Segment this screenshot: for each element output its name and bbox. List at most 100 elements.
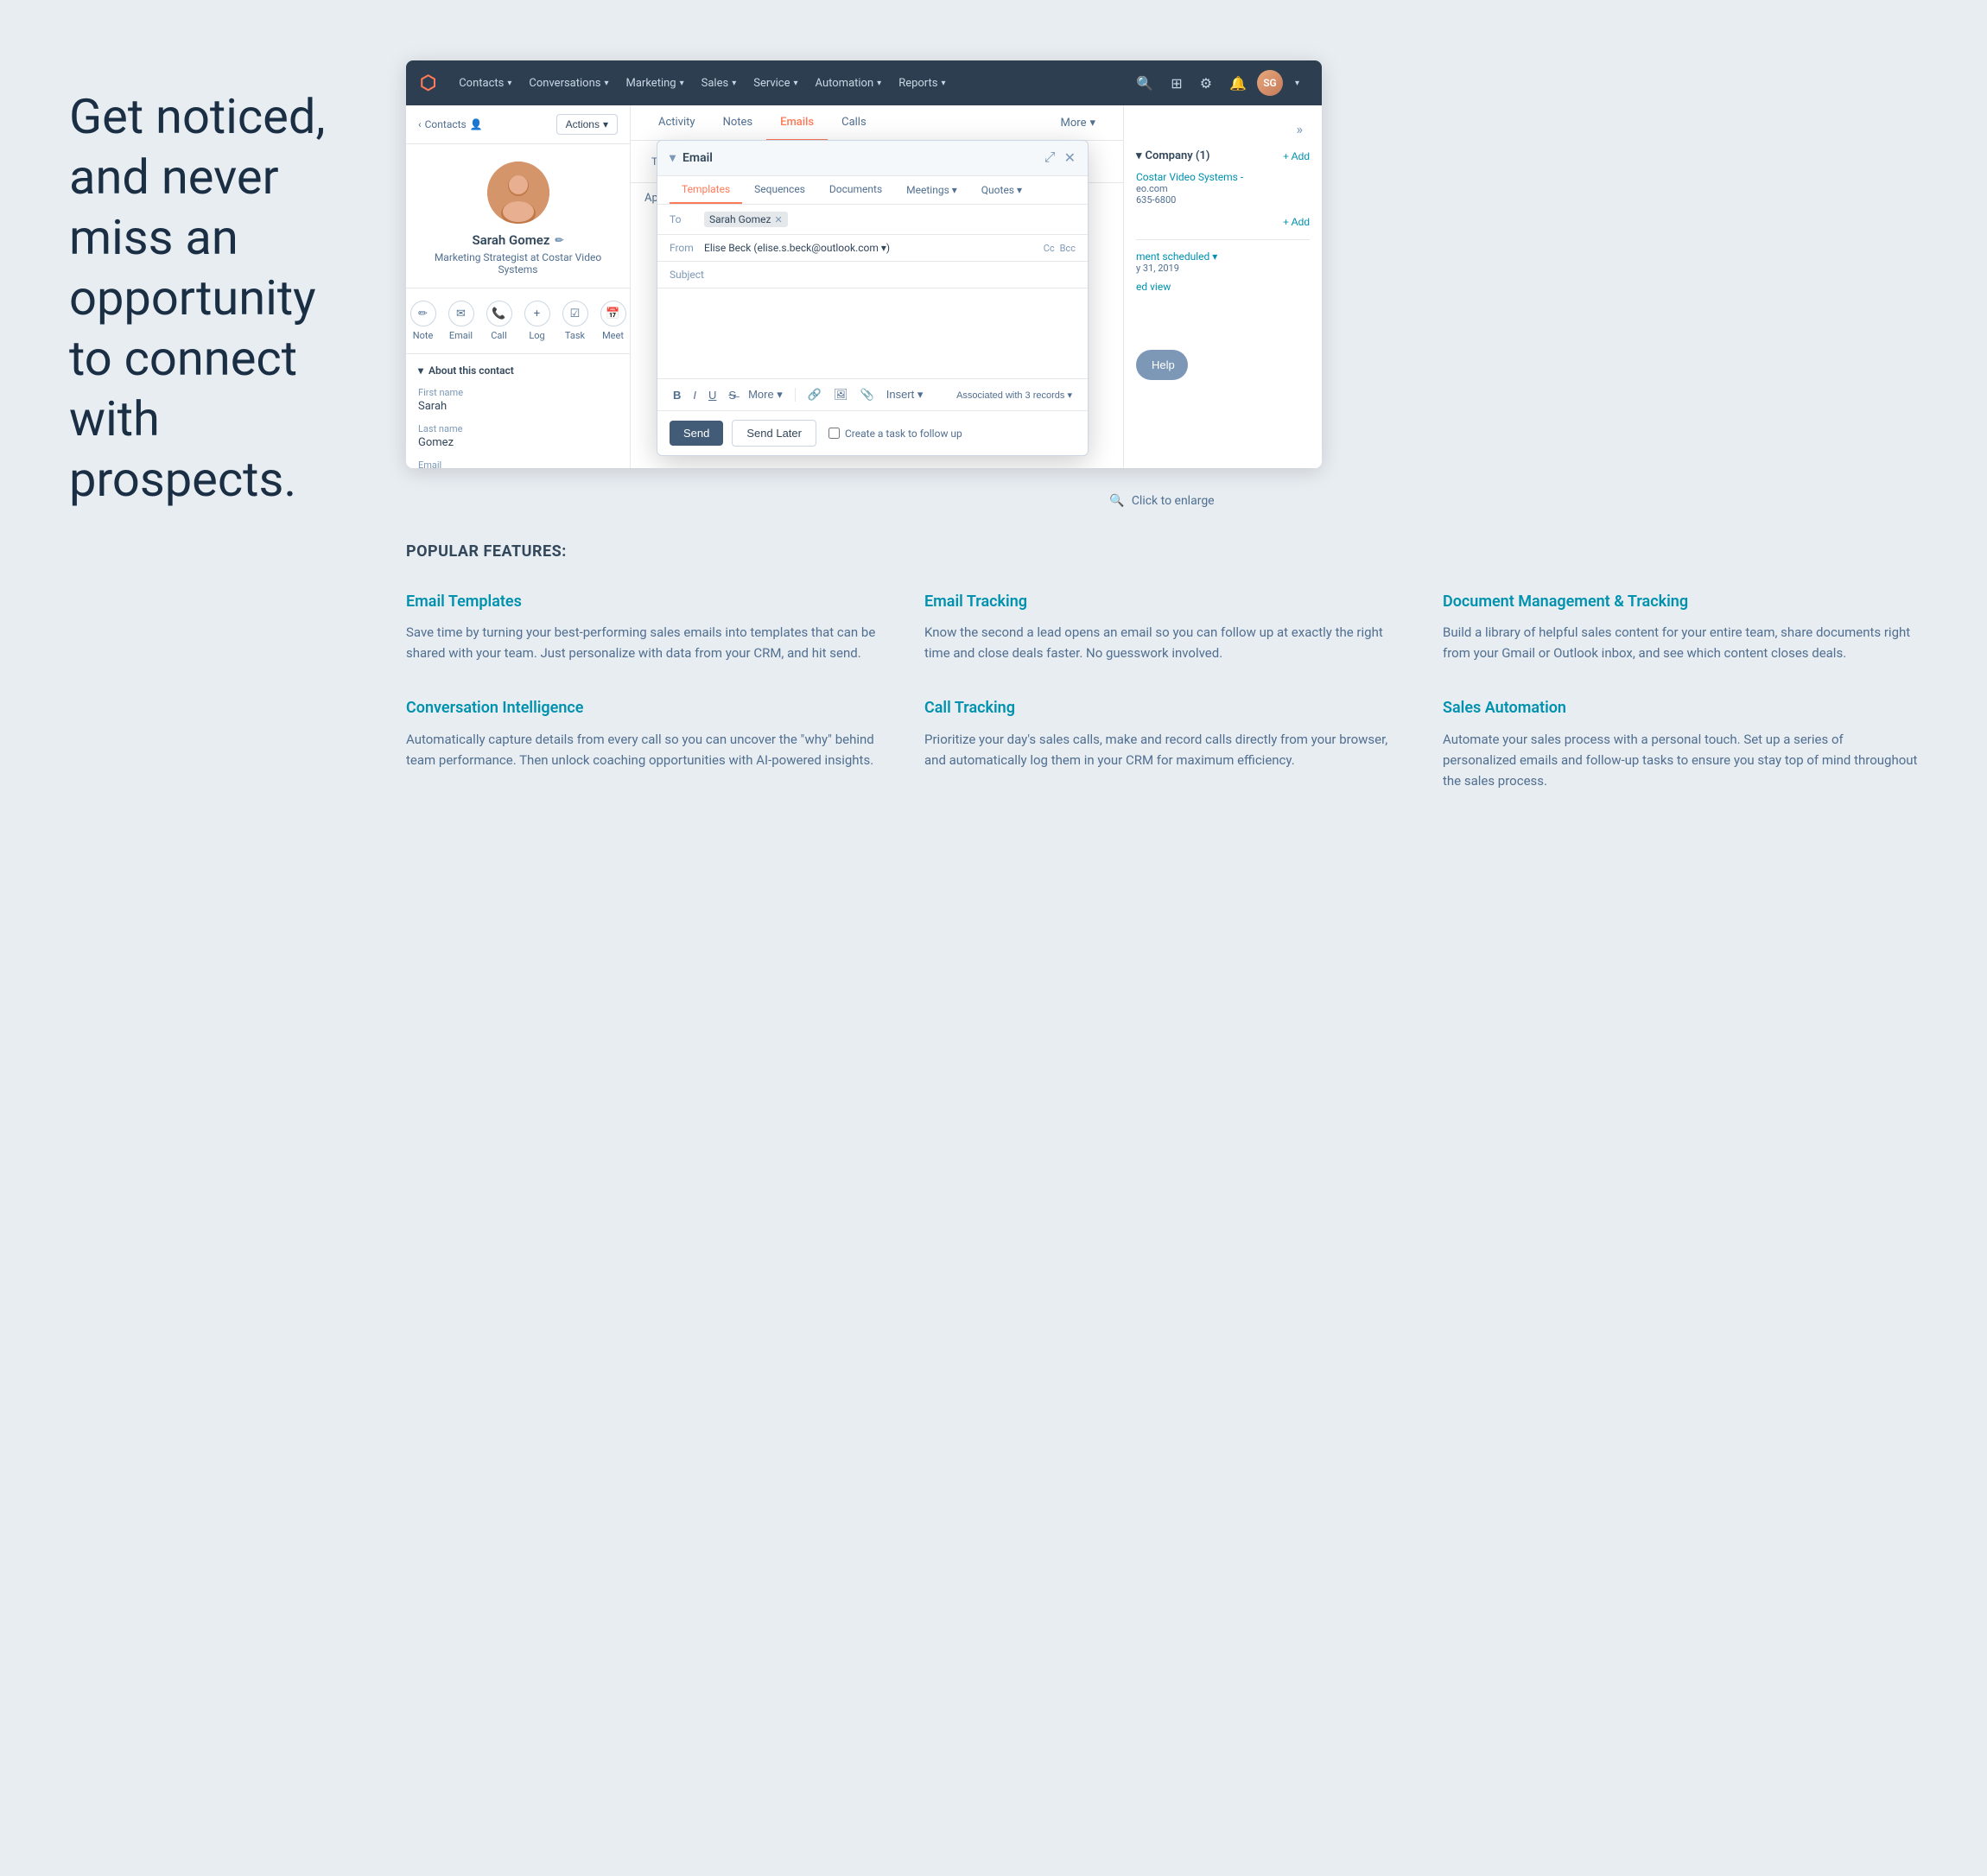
subject-input[interactable] xyxy=(704,269,1076,281)
email-subject-field: Subject xyxy=(657,262,1088,288)
toolbar-divider xyxy=(795,388,796,402)
task-follow-up-checkbox[interactable] xyxy=(828,428,840,439)
from-value: Elise Beck (elise.s.beck@outlook.com ▾) xyxy=(704,242,1044,254)
email-body-editor[interactable] xyxy=(670,299,1076,368)
tab-calls[interactable]: Calls xyxy=(828,105,880,141)
user-avatar[interactable]: SG xyxy=(1257,70,1283,96)
help-button[interactable]: Help xyxy=(1136,350,1188,380)
contact-sidebar: ‹ Contacts 👤 Actions ▾ xyxy=(406,105,631,468)
nav-user-chevron[interactable]: ▾ xyxy=(1286,73,1308,93)
hubspot-logo[interactable]: ⬡ xyxy=(420,73,436,94)
nav-conversations[interactable]: Conversations ▾ xyxy=(520,72,617,95)
phone-icon: 📞 xyxy=(486,301,512,326)
enlarge-hint[interactable]: 🔍 Click to enlarge xyxy=(406,494,1918,508)
tab-quotes[interactable]: Quotes ▾ xyxy=(969,176,1034,204)
send-later-button[interactable]: Send Later xyxy=(732,420,816,447)
tab-documents[interactable]: Documents xyxy=(817,176,894,204)
to-tag: Sarah Gomez ✕ xyxy=(704,212,788,227)
edit-icon[interactable]: ✏ xyxy=(555,234,563,246)
features-title: POPULAR FEATURES: xyxy=(406,542,1918,561)
feature-conversation-intelligence: Conversation Intelligence Automatically … xyxy=(406,698,881,790)
chevron-down-icon: ▾ xyxy=(952,184,957,196)
tab-notes[interactable]: Notes xyxy=(709,105,767,141)
email-action[interactable]: ✉ Email xyxy=(448,301,474,341)
tab-sequences[interactable]: Sequences xyxy=(742,176,817,204)
underline-btn[interactable]: U xyxy=(705,387,720,403)
back-to-contacts[interactable]: ‹ Contacts 👤 xyxy=(418,118,483,130)
note-action[interactable]: ✏ Note xyxy=(410,301,436,341)
bell-icon[interactable]: 🔔 xyxy=(1222,70,1254,97)
chevron-down-icon: ▾ xyxy=(1089,117,1095,130)
strikethrough-btn[interactable]: S̶ xyxy=(725,387,740,403)
link-btn[interactable]: 🔗 xyxy=(804,386,825,403)
meet-action[interactable]: 📅 Meet xyxy=(600,301,626,341)
cc-btn[interactable]: Cc xyxy=(1044,243,1055,254)
image-btn[interactable]: 🖼 xyxy=(830,386,852,403)
attachment-btn[interactable]: 📎 xyxy=(857,386,878,403)
chevron-down-icon: ▾ xyxy=(1017,184,1022,196)
feature-sales-automation: Sales Automation Automate your sales pro… xyxy=(1443,698,1918,790)
remove-to-tag[interactable]: ✕ xyxy=(774,214,782,225)
nav-sales[interactable]: Sales ▾ xyxy=(693,72,746,95)
email-icon: ✉ xyxy=(448,301,474,326)
chevron-down-icon: ▾ xyxy=(1136,149,1142,162)
company-add-btn[interactable]: + Add xyxy=(1283,216,1310,228)
company-item: Costar Video Systems - eo.com 635-6800 xyxy=(1136,171,1310,206)
task-action[interactable]: ☑ Task xyxy=(562,301,588,341)
nav-service[interactable]: Service ▾ xyxy=(745,72,806,95)
about-header: ▾ About this contact xyxy=(418,364,618,377)
modal-expand-btn[interactable]: ⤢ xyxy=(1044,150,1056,166)
crm-navbar: ⬡ Contacts ▾ Conversations ▾ Marketing ▾ xyxy=(406,60,1322,105)
feature-title-email-tracking: Email Tracking xyxy=(924,592,1400,612)
actions-button[interactable]: Actions ▾ xyxy=(556,114,618,135)
feature-call-tracking: Call Tracking Prioritize your day's sale… xyxy=(924,698,1400,790)
contact-actions: ✏ Note ✉ Email 📞 Call + xyxy=(406,288,630,354)
view-link[interactable]: ed view xyxy=(1136,281,1310,293)
chevron-down-icon: ▾ xyxy=(942,79,946,88)
email-formatting-toolbar: B I U S̶ More ▾ 🔗 🖼 📎 Insert ▾ xyxy=(657,378,1088,410)
nav-automation[interactable]: Automation ▾ xyxy=(807,72,891,95)
modal-close-btn[interactable]: ✕ xyxy=(1064,149,1076,167)
add-company-btn[interactable]: + Add xyxy=(1283,150,1310,162)
nav-marketing[interactable]: Marketing ▾ xyxy=(618,72,693,95)
tab-more[interactable]: More ▾ xyxy=(1047,106,1109,140)
tab-activity[interactable]: Activity xyxy=(644,105,709,141)
settings-icon[interactable]: ⚙ xyxy=(1193,70,1219,97)
feature-doc-management: Document Management & Tracking Build a l… xyxy=(1443,592,1918,663)
more-formatting-btn[interactable]: More ▾ xyxy=(745,386,786,403)
meet-icon: 📅 xyxy=(600,301,626,326)
search-icon[interactable]: 🔍 xyxy=(1129,70,1160,97)
log-action[interactable]: + Log xyxy=(524,301,550,341)
email-body[interactable] xyxy=(657,288,1088,378)
send-button[interactable]: Send xyxy=(670,421,723,446)
modal-controls: ⤢ ✕ xyxy=(1044,149,1076,167)
crm-right-panel: » ▾ Company (1) + Add Costar Video Syste… xyxy=(1123,105,1322,468)
grid-icon[interactable]: ⊞ xyxy=(1164,70,1189,97)
nav-contacts[interactable]: Contacts ▾ xyxy=(450,72,520,95)
call-action[interactable]: 📞 Call xyxy=(486,301,512,341)
tab-templates[interactable]: Templates xyxy=(670,176,742,204)
bcc-btn[interactable]: Bcc xyxy=(1060,243,1076,254)
company-name[interactable]: Costar Video Systems - xyxy=(1136,171,1310,183)
insert-btn[interactable]: Insert ▾ xyxy=(883,386,927,403)
create-task-checkbox-row: Create a task to follow up xyxy=(828,428,962,440)
chevron-down-icon: ▾ xyxy=(604,79,608,88)
feature-title-email-templates: Email Templates xyxy=(406,592,881,612)
italic-btn[interactable]: I xyxy=(689,387,700,403)
expand-panel-icon[interactable]: » xyxy=(1290,114,1311,144)
features-grid: Email Templates Save time by turning you… xyxy=(406,592,1918,791)
zoom-icon: 🔍 xyxy=(1109,494,1124,508)
contact-name: Sarah Gomez ✏ xyxy=(473,232,564,248)
tab-emails[interactable]: Emails xyxy=(766,105,828,141)
field-last-name: Last name Gomez xyxy=(418,423,618,449)
nav-reports[interactable]: Reports ▾ xyxy=(890,72,954,95)
email-modal-header: ▾ Email ⤢ ✕ xyxy=(657,141,1088,176)
bold-btn[interactable]: B xyxy=(670,387,684,403)
associated-records-btn[interactable]: Associated with 3 records ▾ xyxy=(953,388,1076,402)
email-footer: Send Send Later Create a task to follow … xyxy=(657,410,1088,455)
feature-desc-sales-automation: Automate your sales process with a perso… xyxy=(1443,729,1918,791)
chevron-down-icon: ▾ xyxy=(418,364,423,377)
contact-avatar xyxy=(487,162,549,224)
tab-meetings[interactable]: Meetings ▾ xyxy=(894,176,969,204)
scheduled-title[interactable]: ment scheduled ▾ xyxy=(1136,250,1310,263)
